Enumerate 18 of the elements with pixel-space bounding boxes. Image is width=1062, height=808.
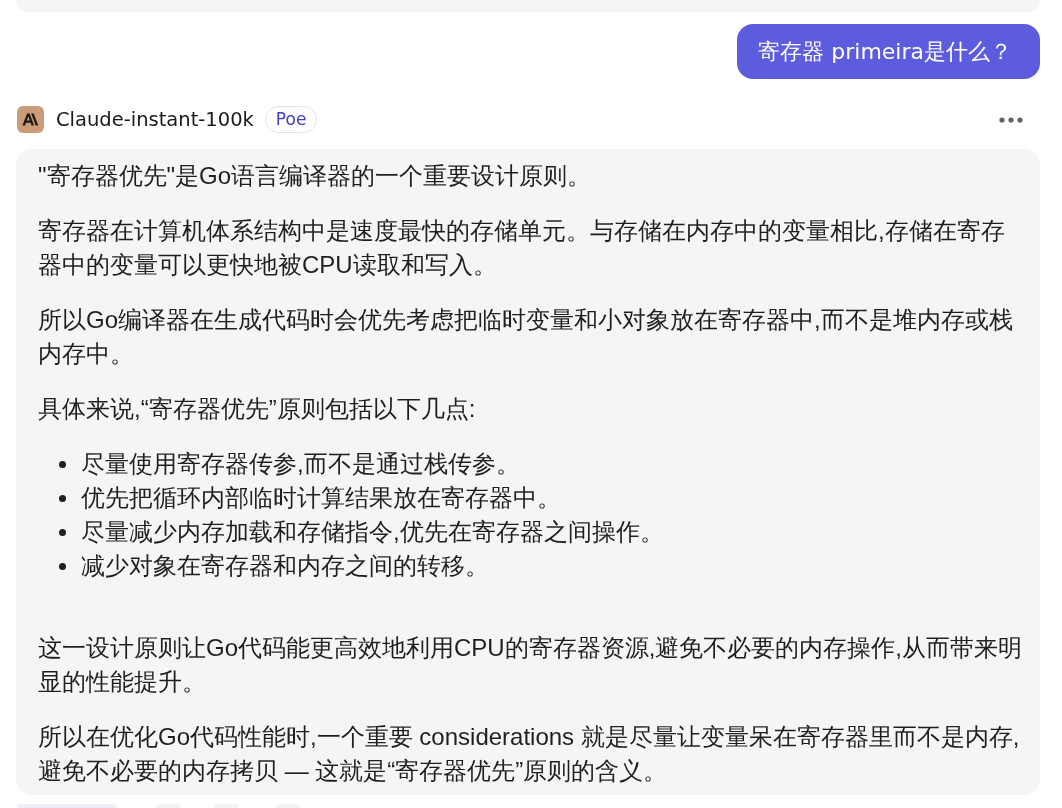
bullet-icon [59, 528, 66, 536]
bot-logo-icon [17, 106, 44, 133]
bullet-icon [59, 460, 66, 468]
more-icon[interactable] [999, 116, 1023, 123]
bullet-icon [59, 494, 66, 502]
bot-name: Claude-instant-100k [56, 106, 254, 133]
bullet-icon [59, 562, 66, 570]
user-message-bubble: 寄存器 primeira是什么？ [737, 24, 1040, 79]
list-item-text: 减少对象在寄存器和内存之间的转移。 [81, 551, 489, 581]
message-paragraph: 寄存器在计算机体系结构中是速度最快的存储单元。与存储在内存中的变量相比,存储在寄存器中的变量可以更快地被CPU读取和写入。 [38, 216, 1006, 280]
message-paragraph: 所以在优化Go代码性能时,一个重要 considerations 就是尽量让变量呆在寄存器里而不是内存,避免不必要的内存拷贝 — 这就是“寄存器优先”原则的含义。 [38, 722, 1021, 786]
message-paragraph: 这一设计原则让Go代码能更高效地利用CPU的寄存器资源,避免不必要的内存操作,从而带来明显的性能提升。 [38, 633, 1024, 697]
list-item-text: 尽量使用寄存器传参,而不是通过栈传参。 [81, 449, 520, 479]
list-item-text: 优先把循环内部临时计算结果放在寄存器中。 [81, 483, 561, 513]
message-paragraph: 具体来说,“寄存器优先”原则包括以下几点: [38, 394, 477, 424]
message-paragraph: 所以Go编译器在生成代码时会优先考虑把临时变量和小对象放在寄存器中,而不是堆内存或栈内存中。 [38, 305, 1014, 369]
message-paragraph: "寄存器优先"是Go语言编译器的一个重要设计原则。 [38, 161, 593, 191]
list-item-text: 尽量减少内存加载和存储指令,优先在寄存器之间操作。 [81, 517, 664, 547]
